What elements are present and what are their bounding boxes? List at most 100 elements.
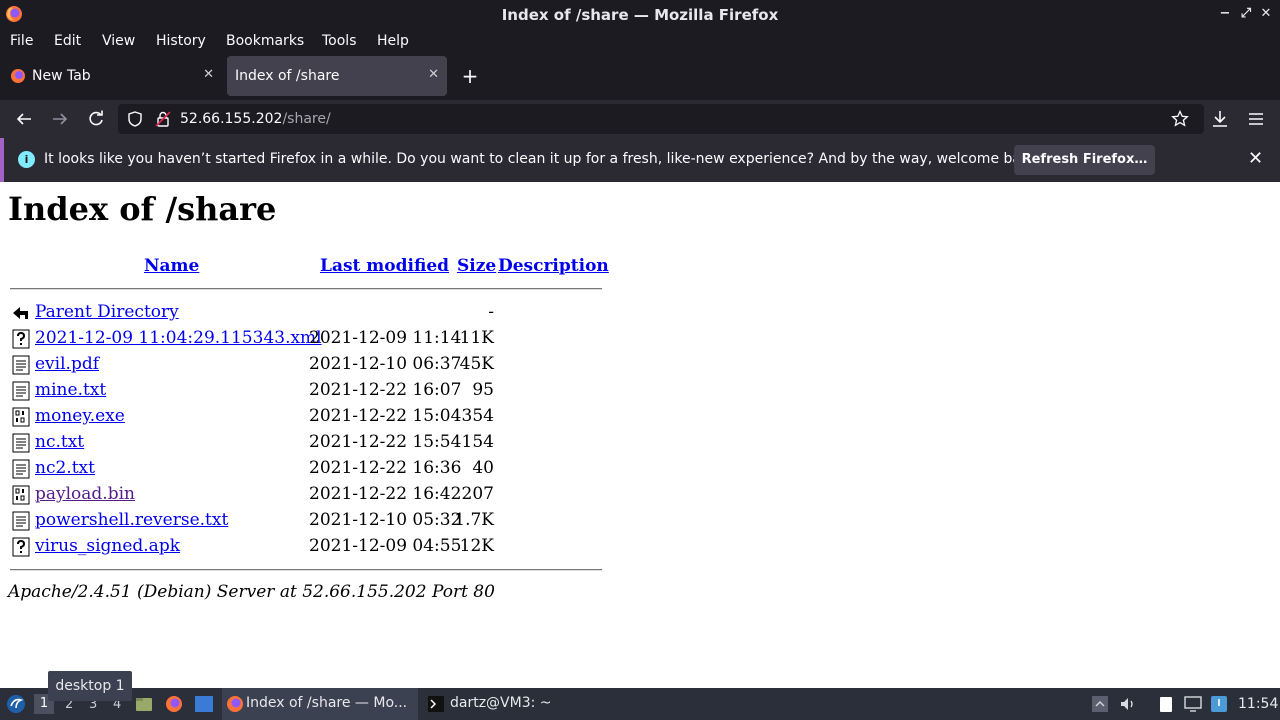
back-icon [11,303,31,323]
file-row: powershell.reverse.txt 2021-12-10 05:32 1.… [0,508,620,534]
menu-edit[interactable]: Edit [54,33,81,49]
navigation-toolbar: 52.66.155.202/share/ [0,100,1280,138]
network-icon[interactable] [1210,695,1228,713]
downloads-icon[interactable] [1209,108,1231,130]
minimize-icon[interactable]: − [1217,5,1233,23]
workspace-tooltip: desktop 1 [48,671,132,701]
file-link[interactable]: nc2.txt [35,458,95,478]
url-host: 52.66.155.202 [180,111,283,127]
file-size: 11K [459,328,494,348]
file-link[interactable]: nc.txt [35,432,84,452]
file-link[interactable]: 2021-12-09 11:04:29.115343.xml [35,328,322,348]
task-terminal[interactable]: dartz@VM3: ~ [424,688,594,720]
menu-bookmarks[interactable]: Bookmarks [226,33,304,49]
firefox-tab-icon [11,69,25,83]
file-row: money.exe 2021-12-22 15:04 354 [0,404,620,430]
forward-arrow-icon[interactable] [49,108,71,130]
column-size-link[interactable]: Size [457,256,496,276]
hamburger-menu-icon[interactable] [1245,108,1267,130]
reload-icon[interactable] [85,108,107,130]
shield-icon[interactable] [126,110,144,128]
close-tab-icon[interactable]: ✕ [203,67,214,82]
display-icon[interactable] [1184,695,1202,713]
file-size: - [488,302,494,322]
tab-index-of-share[interactable]: Index of /share ✕ [227,56,447,96]
text-file-icon [11,355,31,375]
firefox-launcher-icon[interactable] [165,695,183,713]
menu-view[interactable]: View [102,33,135,49]
maximize-icon[interactable]: ⤢ [1238,5,1254,23]
file-row: evil.pdf 2021-12-10 06:37 45K [0,352,620,378]
text-file-icon [11,459,31,479]
tab-new-tab[interactable]: New Tab ✕ [0,56,222,96]
terminal-icon [428,696,444,712]
menu-history[interactable]: History [156,33,206,49]
volume-icon[interactable] [1119,695,1137,713]
file-row: mine.txt 2021-12-22 16:07 95 [0,378,620,404]
desktop-icon[interactable] [194,695,214,713]
binary-file-icon [11,485,31,505]
menu-bar: File Edit View History Bookmarks Tools H… [0,29,1280,54]
taskbar: 1 2 3 4 Index of /share — Mo... dartz@VM… [0,688,1280,720]
text-file-icon [11,511,31,531]
url-bar[interactable]: 52.66.155.202/share/ [118,104,1204,134]
clipboard-icon[interactable] [1157,695,1175,713]
column-description-link[interactable]: Description [498,256,609,276]
file-manager-icon[interactable] [135,695,153,713]
file-row: 2021-12-09 11:04:29.115343.xml 2021-12-09… [0,326,620,352]
back-arrow-icon[interactable] [13,108,35,130]
url-path: /share/ [282,111,331,127]
divider [10,569,602,571]
file-link[interactable]: money.exe [35,406,125,426]
close-notification-icon[interactable]: ✕ [1248,148,1263,169]
file-link[interactable]: Parent Directory [35,302,179,322]
refresh-notification-bar: i It looks like you haven’t started Fire… [0,138,1280,182]
notification-message: It looks like you haven’t started Firefo… [44,151,1043,167]
refresh-firefox-button[interactable]: Refresh Firefox… [1014,145,1155,175]
url-text[interactable]: 52.66.155.202/share/ [180,111,331,127]
file-date: 2021-12-22 16:07 [309,380,462,400]
file-size: 1.7K [454,510,494,530]
menu-help[interactable]: Help [377,33,409,49]
column-name-link[interactable]: Name [144,256,199,276]
file-size: 95 [472,380,494,400]
page-heading: Index of /share [8,190,277,228]
tray-arrow-icon[interactable] [1091,695,1109,713]
server-signature: Apache/2.4.51 (Debian) Server at 52.66.1… [8,582,495,602]
file-link[interactable]: powershell.reverse.txt [35,510,228,530]
window-titlebar: Index of /share — Mozilla Firefox − ⤢ ✕ [0,0,1280,29]
file-date: 2021-12-10 05:32 [309,510,462,530]
page-content: Index of /share Name Last modified Size … [0,182,1280,688]
new-tab-plus-icon[interactable]: + [459,64,481,88]
column-last-modified-link[interactable]: Last modified [320,256,449,276]
task-label: Index of /share — Mo... [246,695,408,711]
menu-file[interactable]: File [10,33,33,49]
file-date: 2021-12-22 16:36 [309,458,462,478]
bookmark-star-icon[interactable] [1171,110,1189,128]
file-link[interactable]: virus_signed.apk [35,536,180,556]
start-menu-icon[interactable] [6,694,26,714]
tab-label: New Tab [32,68,91,84]
file-link[interactable]: evil.pdf [35,354,99,374]
insecure-lock-icon[interactable] [154,110,172,128]
close-tab-icon[interactable]: ✕ [428,67,439,82]
menu-tools[interactable]: Tools [322,33,357,49]
task-firefox[interactable]: Index of /share — Mo... [222,688,418,720]
text-file-icon [11,433,31,453]
unknown-file-icon [11,329,31,349]
unknown-file-icon [11,537,31,557]
close-window-icon[interactable]: ✕ [1258,5,1274,23]
file-size: 207 [461,484,494,504]
file-size: 40 [472,458,494,478]
file-link[interactable]: payload.bin [35,484,135,504]
file-date: 2021-12-09 11:14 [309,328,462,348]
binary-file-icon [11,407,31,427]
window-title: Index of /share — Mozilla Firefox [501,6,779,24]
file-date: 2021-12-22 15:04 [309,406,462,426]
file-row: nc.txt 2021-12-22 15:54 154 [0,430,620,456]
file-row: payload.bin 2021-12-22 16:42 207 [0,482,620,508]
firefox-task-icon [227,696,243,712]
file-link[interactable]: mine.txt [35,380,106,400]
file-date: 2021-12-09 04:55 [309,536,462,556]
divider [10,288,602,290]
